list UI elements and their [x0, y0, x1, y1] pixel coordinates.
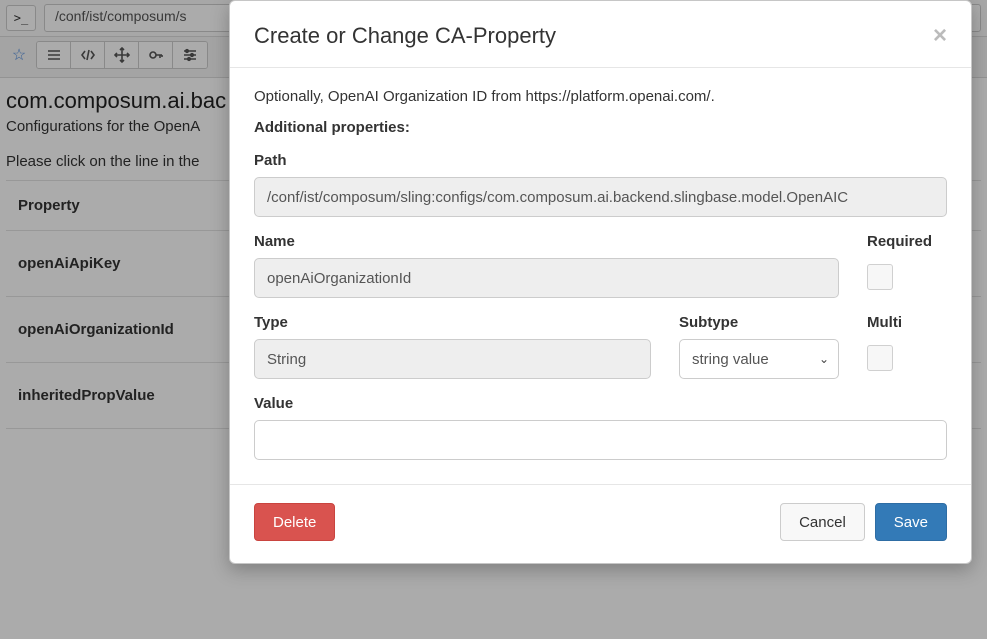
- dialog-title: Create or Change CA-Property: [254, 23, 556, 49]
- required-label: Required: [867, 233, 947, 250]
- subtype-label: Subtype: [679, 314, 839, 331]
- multi-label: Multi: [867, 314, 947, 331]
- additional-properties-label: Additional properties:: [254, 119, 947, 136]
- path-label: Path: [254, 152, 947, 169]
- ca-property-dialog: Create or Change CA-Property × Optionall…: [229, 0, 972, 564]
- value-input[interactable]: [254, 420, 947, 460]
- value-label: Value: [254, 395, 947, 412]
- path-field: [254, 177, 947, 217]
- cancel-button[interactable]: Cancel: [780, 503, 865, 541]
- subtype-select[interactable]: [679, 339, 839, 379]
- dialog-caption: Optionally, OpenAI Organization ID from …: [254, 88, 947, 105]
- delete-button[interactable]: Delete: [254, 503, 335, 541]
- multi-checkbox[interactable]: [867, 345, 893, 371]
- save-button[interactable]: Save: [875, 503, 947, 541]
- close-icon[interactable]: ×: [933, 24, 947, 48]
- name-label: Name: [254, 233, 839, 250]
- type-label: Type: [254, 314, 651, 331]
- type-field: [254, 339, 651, 379]
- name-field: [254, 258, 839, 298]
- required-checkbox[interactable]: [867, 264, 893, 290]
